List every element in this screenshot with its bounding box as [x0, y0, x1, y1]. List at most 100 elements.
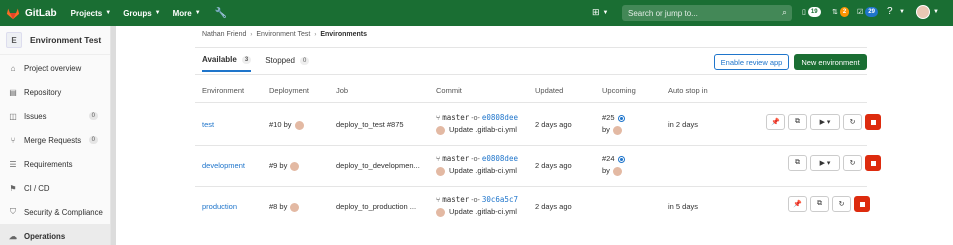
branch-icon: ⑂ — [436, 115, 441, 122]
commit-ref: ⑂ master -o- 30c6a5c7 — [436, 195, 518, 204]
issues-counter[interactable]: ⇅ 2 — [832, 7, 850, 17]
home-icon: ⌂ — [10, 63, 16, 73]
issues-icon: ⇅ — [832, 9, 838, 16]
avatar[interactable] — [612, 166, 622, 176]
job-link[interactable]: deploy_to_production ... — [336, 202, 416, 211]
open-live-environment-button[interactable]: ⧉ — [810, 196, 829, 212]
merge-requests-counter[interactable]: ▯ 19 — [802, 7, 821, 17]
redeploy-button[interactable]: ↻ — [832, 196, 851, 212]
projects-menu[interactable]: Projects ▼ — [71, 9, 112, 18]
sidebar-item-security[interactable]: ⛉ Security & Compliance — [0, 200, 110, 224]
environment-tabs: Available 3 Stopped 0 — [202, 55, 323, 72]
commit-icon: -o- — [471, 115, 480, 122]
external-link-icon: ⧉ — [817, 200, 822, 207]
sidebar-item-operations[interactable]: ☁ Operations — [0, 224, 110, 245]
avatar[interactable] — [294, 120, 304, 130]
brand-name[interactable]: GitLab — [25, 8, 57, 19]
issues-icon: ◫ — [9, 111, 17, 121]
project-name: Environment Test — [30, 35, 102, 45]
row-actions: ⧉ ▶ ▾ ↻ — [785, 155, 881, 171]
tab-stopped[interactable]: Stopped 0 — [265, 55, 310, 72]
search-input[interactable]: Search or jump to... ⌕ — [622, 5, 792, 21]
chevron-down-icon: ▼ — [602, 9, 609, 16]
avatar[interactable] — [290, 161, 300, 171]
pin-button[interactable]: 📌 — [766, 114, 785, 130]
commit-ref: ⑂ master -o-e0808dee — [436, 154, 518, 163]
redeploy-button[interactable]: ↻ — [843, 155, 862, 171]
stop-environment-button[interactable] — [854, 196, 870, 212]
header-commit: Commit — [436, 86, 462, 95]
sidebar-item-ci-cd[interactable]: ⚑ CI / CD — [0, 176, 110, 200]
branch-icon: ⑂ — [436, 156, 441, 163]
shield-icon: ⛉ — [10, 207, 16, 216]
header-deployment: Deployment — [269, 86, 310, 95]
updated-time: 2 days ago — [535, 202, 572, 211]
user-avatar[interactable] — [916, 5, 930, 19]
avatar[interactable] — [436, 207, 445, 217]
divider — [195, 47, 867, 48]
external-link-icon: ⧉ — [795, 159, 800, 166]
row-actions: 📌 ⧉ ↻ — [785, 196, 870, 212]
new-environment-button[interactable]: New environment — [794, 54, 867, 70]
enable-review-app-button[interactable]: Enable review app — [714, 54, 789, 70]
avatar[interactable] — [436, 125, 445, 135]
open-live-environment-button[interactable]: ⧉ — [788, 155, 807, 171]
admin-wrench-icon[interactable]: 🔧 — [215, 8, 227, 19]
upcoming-author: by — [602, 125, 622, 135]
todo-check-icon: ☑ — [857, 9, 864, 16]
header-environment: Environment — [202, 86, 245, 95]
sidebar-project-header[interactable]: E Environment Test — [0, 26, 110, 55]
updated-time: 2 days ago — [535, 120, 572, 129]
tab-available[interactable]: Available 3 — [202, 55, 252, 72]
doc-icon: ▤ — [9, 87, 17, 97]
todos-counter[interactable]: ☑ 29 — [857, 7, 878, 17]
breadcrumb-project[interactable]: Environment Test — [256, 31, 310, 38]
stop-environment-button[interactable] — [865, 155, 881, 171]
environment-link[interactable]: production — [202, 202, 237, 211]
pin-icon: 📌 — [771, 119, 780, 126]
job-link[interactable]: deploy_to_developmen... — [336, 161, 420, 170]
open-live-environment-button[interactable]: ⧉ — [788, 114, 807, 130]
header-auto-stop: Auto stop in — [668, 86, 708, 95]
gitlab-logo-icon[interactable] — [6, 6, 20, 20]
breadcrumb-user[interactable]: Nathan Friend — [202, 31, 246, 38]
commit-icon: -o- — [471, 156, 480, 163]
groups-menu[interactable]: Groups ▼ — [123, 9, 160, 18]
deployment-cell: #9 by — [269, 161, 300, 171]
manual-actions-button[interactable]: ▶ ▾ — [810, 155, 840, 171]
redeploy-button[interactable]: ↻ — [843, 114, 862, 130]
pipeline-status-icon[interactable] — [617, 155, 625, 163]
sidebar-item-issues[interactable]: ◫ Issues 0 — [0, 104, 110, 128]
sidebar-item-repository[interactable]: ▤ Repository — [0, 80, 110, 104]
chevron-down-icon: ▼ — [154, 10, 161, 16]
manual-actions-button[interactable]: ▶ ▾ — [810, 114, 840, 130]
stop-environment-button[interactable] — [865, 114, 881, 130]
merge-requests-count-badge: 0 — [88, 136, 98, 144]
header-updated: Updated — [535, 86, 564, 95]
stop-icon — [859, 201, 865, 207]
stop-icon — [870, 119, 876, 125]
commit-ref: ⑂ master -o-e0808dee — [436, 113, 518, 122]
environment-link[interactable]: development — [202, 161, 245, 170]
sidebar-item-project-overview[interactable]: ⌂ Project overview — [0, 56, 110, 80]
sidebar-scrollbar[interactable] — [111, 26, 116, 245]
breadcrumb-current[interactable]: Environments — [320, 31, 367, 38]
sidebar-item-requirements[interactable]: ☰ Requirements — [0, 152, 110, 176]
sidebar-item-merge-requests[interactable]: ⑂ Merge Requests 0 — [0, 128, 110, 152]
cloud-icon: ☁ — [9, 231, 17, 241]
chevron-down-icon: ▼ — [194, 10, 201, 16]
avatar[interactable] — [290, 202, 300, 212]
more-menu[interactable]: More ▼ — [173, 9, 201, 18]
new-dropdown-button[interactable]: ⊞ ▼ — [592, 7, 609, 18]
avatar[interactable] — [436, 166, 445, 176]
avatar[interactable] — [612, 125, 622, 135]
project-sidebar: E Environment Test ⌂ Project overview ▤ Re… — [0, 26, 111, 245]
job-link[interactable]: deploy_to_test #875 — [336, 120, 404, 129]
environment-link[interactable]: test — [202, 120, 214, 129]
auto-stop-time: in 2 days — [668, 120, 699, 129]
list-icon: ☰ — [9, 159, 17, 169]
help-icon[interactable]: ? — [887, 6, 893, 17]
pipeline-status-icon[interactable] — [617, 114, 625, 122]
table-row: production #8 by deploy_to_production ..… — [195, 186, 870, 227]
pin-button[interactable]: 📌 — [788, 196, 807, 212]
